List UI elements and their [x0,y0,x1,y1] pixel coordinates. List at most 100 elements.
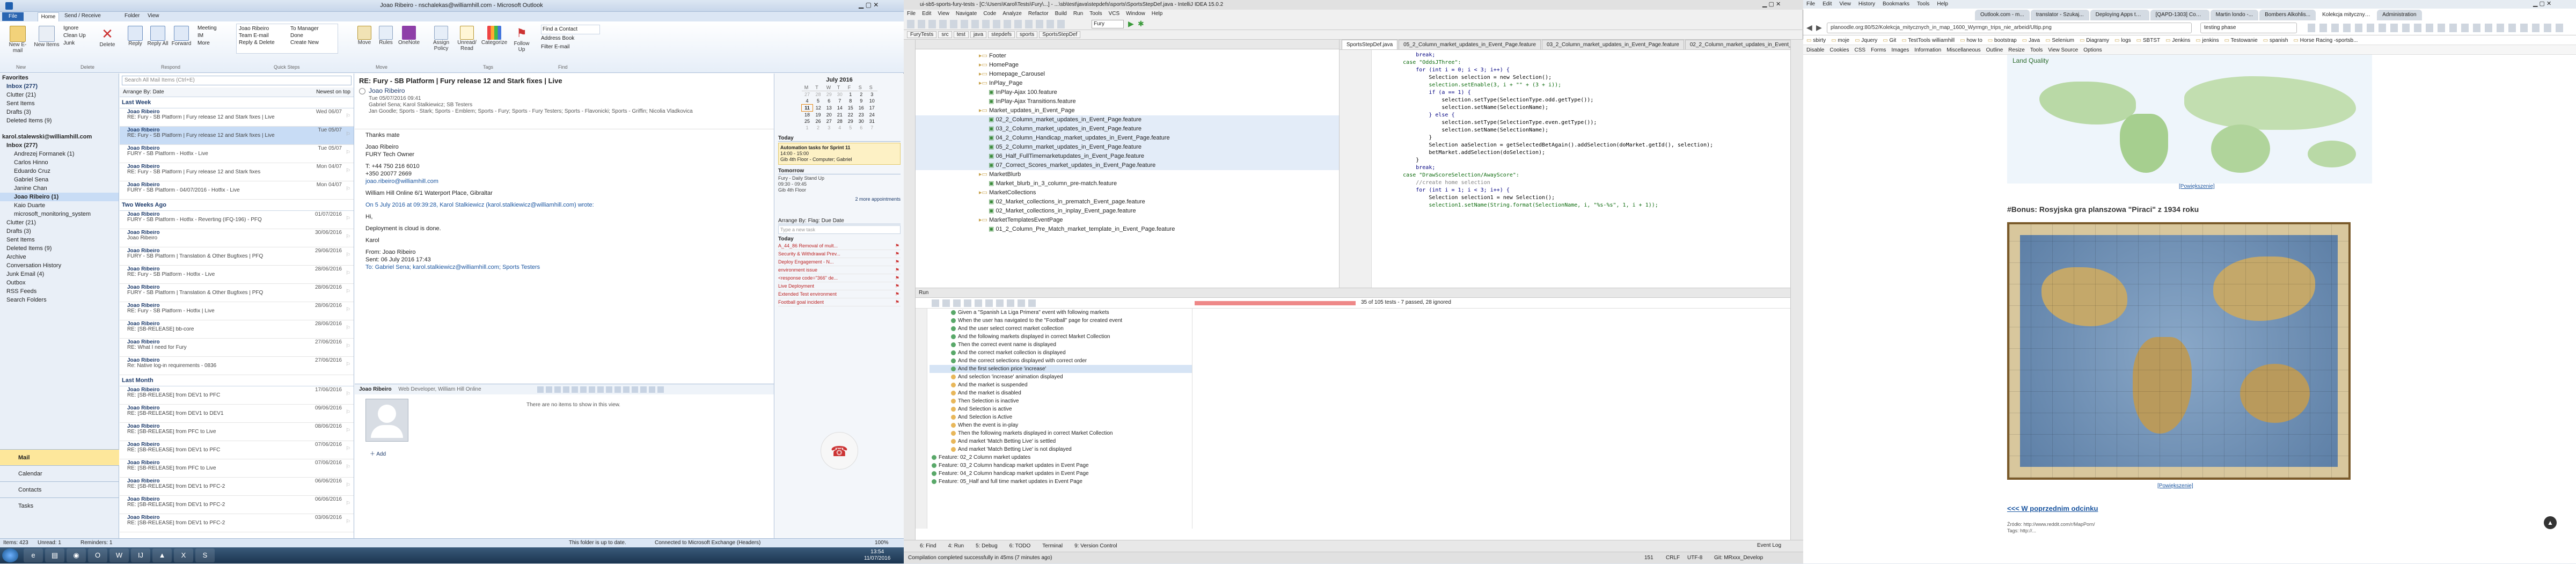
message-list-item[interactable]: Joao Ribeiro 07/06/2016 RE: [SB-RELEASE] f… [120,459,354,478]
calendar-day[interactable]: 10 [867,98,877,105]
tool-window-tab[interactable]: 6: Find [920,543,936,549]
project-tree-item[interactable]: ▣ 04_2_Column_Handicap_market_updates_in… [916,134,1339,143]
flag-icon[interactable]: ⚐ [346,362,350,368]
ide-menu-tools[interactable]: Tools [1089,11,1102,17]
bookmark-item[interactable]: ▭ sbirty [1806,36,1826,45]
browser-menu-item[interactable]: Tools [1917,1,1929,7]
test-step[interactable]: Then the correct event name is displayed [930,341,1192,349]
calendar-day[interactable]: 14 [835,105,845,112]
flag-icon[interactable]: ⚐ [346,428,350,434]
run-icon[interactable]: ▶ [1128,19,1134,28]
browser-tab[interactable]: Administration [2377,10,2422,20]
ide-menu-analyze[interactable]: Analyze [1002,11,1022,17]
right-tool-strip[interactable] [1790,40,1803,550]
enlarge-link-2[interactable]: [Powiększenie] [2157,483,2193,489]
test-step[interactable]: When the user has navigated to the "Foot… [930,317,1192,325]
breadcrumb-item[interactable]: test [953,31,969,38]
message-list-item[interactable]: Joao Ribeiro 28/06/2016 RE: Fury - SB Plat… [120,266,354,284]
message-group-header[interactable]: Last Month [120,375,354,386]
project-tree-item[interactable]: ▸▭ MarketTemplatesEventPage [916,216,1339,225]
webdev-menu[interactable]: Outline [1986,46,2003,54]
bookmark-item[interactable]: ▭ Jquery [1855,36,1877,45]
project-tree-item[interactable]: ▣ 01_2_Column_Pre_Match_market_template_… [916,225,1339,234]
ide-menu-code[interactable]: Code [983,11,996,17]
task-item[interactable]: Football goal incident ⚑ [778,298,901,306]
test-step[interactable]: When the event is in-play [930,421,1192,429]
message-to[interactable]: Gabriel Sena; Karol Stalkiewicz; SB Test… [369,102,755,108]
favorite-inbox[interactable]: Inbox (277) [0,82,119,91]
ide-menu-edit[interactable]: Edit [922,11,931,17]
idea-taskbar-icon[interactable]: IJ [131,548,150,562]
flag-icon[interactable]: ⚐ [346,187,350,192]
flag-icon[interactable]: ⚑ [895,298,899,306]
skype-taskbar-icon[interactable]: S [195,548,215,562]
explorer-taskbar-icon[interactable]: ▤ [45,548,64,562]
tool-window-tab[interactable]: 9: Version Control [1074,543,1117,549]
project-tree-item[interactable]: ▣ 02_Market_collections_in_prematch_Even… [916,197,1339,207]
browser-tab[interactable]: Outlook.com - m... [1975,10,2030,20]
clean-up-button[interactable]: Clean Up [63,32,86,40]
webdev-menu[interactable]: Cookies [1829,46,1849,54]
forward-icon[interactable]: ▶ [1816,23,1822,32]
search-input[interactable]: Search All Mail Items (Ctrl+E) [122,76,352,85]
calendar-day[interactable]: 15 [845,105,856,112]
calendar-day[interactable]: 30 [835,91,845,98]
editor-tab[interactable]: 02_2_Column_market_updates_in_Event_Page… [1685,40,1790,49]
tool-window-tab[interactable]: 6: TODO [1009,543,1031,549]
quick-step-reply-delete[interactable]: Reply & Delete [239,39,335,46]
task-item[interactable]: environment issue ⚑ [778,266,901,274]
message-list-item[interactable]: Joao Ribeiro 30/06/2016 Joao Ribeiro ⚐ [120,229,354,247]
calendar-day[interactable]: 20 [824,112,835,119]
calendar-day[interactable]: 19 [813,112,824,119]
message-list-item[interactable]: Joao Ribeiro Mon 04/07 FURY - SB Platform … [120,181,354,200]
test-step[interactable]: Feature: 05_Half and full time market up… [930,478,1192,486]
run-toolbar-icons[interactable] [932,299,1039,307]
webdev-menu[interactable]: Forms [1871,46,1886,54]
project-tree-item[interactable]: ▣ 02_Market_collections_in_inplay_Event_… [916,207,1339,216]
run-side-icons[interactable] [916,309,927,529]
task-item[interactable]: Security & Withdrawal Prev... ⚑ [778,250,901,258]
quick-step-joao[interactable]: Joao Ribeiro [239,25,335,32]
calendar-day[interactable]: 27 [802,91,813,98]
ide-menu-vcs[interactable]: VCS [1109,11,1120,17]
message-cc[interactable]: Jan Goodle; Sports - Stark; Sports - Emb… [369,108,755,115]
message-list-item[interactable]: Joao Ribeiro 27/06/2016 Re: Native log-in … [120,357,354,375]
test-step[interactable]: And the following markets displayed in c… [930,333,1192,341]
calendar-day[interactable]: 28 [813,91,824,98]
flag-icon[interactable]: ⚐ [346,392,350,397]
find-contact-input[interactable]: Find a Contact [541,25,600,34]
message-list-item[interactable]: Joao Ribeiro 06/06/2016 RE: [SB-RELEASE] f… [120,478,354,496]
project-tree-item[interactable]: ▸▭ Footer [916,52,1339,61]
project-tree-item[interactable]: ▸▭ MarketBlurb [916,170,1339,179]
flag-icon[interactable]: ⚐ [346,307,350,313]
flag-icon[interactable]: ⚐ [346,150,350,156]
reply-all-button[interactable]: Reply All [147,26,169,47]
test-step[interactable]: And the user select correct market colle… [930,325,1192,333]
calendar-day[interactable]: 4 [802,98,813,105]
folder-item[interactable]: Conversation History [0,261,119,270]
browser-tab[interactable]: Bombers Alkohlis... [2259,10,2316,20]
bookmark-item[interactable]: ▭ how to [1960,36,1982,45]
bookmark-item[interactable]: ▭ moje [1831,36,1849,45]
webdev-menu[interactable]: Options [2083,46,2102,54]
message-sender[interactable]: Joao Ribeiro [369,87,405,94]
ide-menu-window[interactable]: Window [1126,11,1145,17]
folder-item[interactable]: Deleted Items (9) [0,244,119,253]
breadcrumb-item[interactable]: sports [1016,31,1038,38]
message-list-item[interactable]: Joao Ribeiro 17/06/2016 RE: [SB-RELEASE] f… [120,386,354,405]
status-line-sep[interactable]: CRLF [1666,552,1680,564]
calendar-day[interactable]: 16 [856,105,867,112]
folder-item[interactable]: Joao Ribeiro (1) [0,193,119,201]
project-tree-item[interactable]: ▸▭ MarketCollections [916,188,1339,197]
calendar-day[interactable]: 31 [867,118,877,124]
quick-step-create-new[interactable]: Create New [290,39,319,46]
message-group-header[interactable]: Two Weeks Ago [120,200,354,211]
folder-item[interactable]: Gabriel Sena [0,175,119,184]
flag-icon[interactable]: ⚐ [346,289,350,295]
nav-tasks-button[interactable]: Tasks [0,497,119,514]
test-step[interactable]: Feature: 02_2 Column market updates [930,453,1192,462]
task-arrange[interactable]: Arrange By: Flag: Due Date [778,218,901,224]
left-tool-strip[interactable] [904,40,916,550]
browser-tab[interactable]: Martin londo -... [2210,10,2259,20]
folder-item[interactable]: Junk Email (4) [0,270,119,279]
